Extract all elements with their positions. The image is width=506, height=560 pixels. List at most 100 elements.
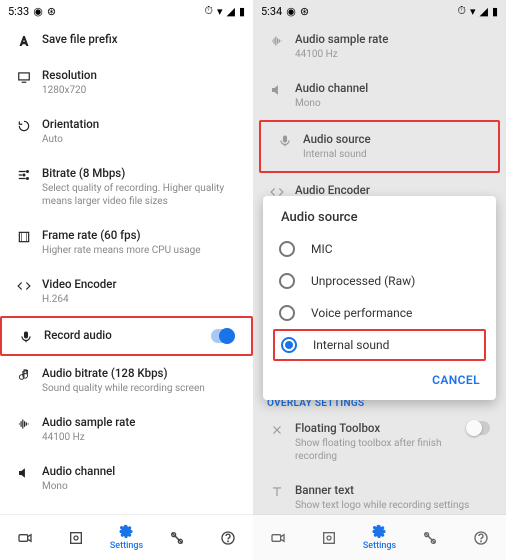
nav-settings[interactable]: Settings <box>101 515 152 560</box>
settings-list: Save file prefix Resolution1280x720 Orie… <box>0 22 253 514</box>
toolbox-toggle[interactable] <box>466 421 490 435</box>
row-save-prefix[interactable]: Save file prefix <box>0 22 253 58</box>
nav-record[interactable] <box>253 515 304 560</box>
row-resolution[interactable]: Resolution1280x720 <box>0 58 253 107</box>
record-audio-toggle[interactable] <box>211 329 235 343</box>
radio-icon <box>281 337 297 353</box>
row-framerate[interactable]: Frame rate (60 fps)Higher rate means mor… <box>0 218 253 267</box>
status-time: 5:34 <box>261 5 282 18</box>
row-channel[interactable]: Audio channelMono <box>253 71 506 120</box>
radio-icon <box>279 273 295 289</box>
option-voice[interactable]: Voice performance <box>263 297 496 329</box>
row-orientation[interactable]: OrientationAuto <box>0 107 253 156</box>
tune-icon <box>10 166 38 182</box>
status-bar: 5:33 ◉ ⊛ ⏱ ▾ ◢ ▮ <box>0 0 253 22</box>
title: Audio source <box>303 132 482 147</box>
subtitle: 1280x720 <box>42 84 237 97</box>
title: Audio bitrate (128 Kbps) <box>42 366 237 381</box>
row-floating-toolbox[interactable]: Floating ToolboxShow floating toolbox af… <box>253 411 506 473</box>
nav-capture[interactable] <box>51 515 102 560</box>
alarm-icon: ⏱ <box>204 4 213 18</box>
nav-edit[interactable] <box>152 515 203 560</box>
battery-icon: ▮ <box>492 5 498 18</box>
option-label: MIC <box>311 242 333 256</box>
nav-label: Settings <box>363 541 396 551</box>
row-video-encoder[interactable]: Video EncoderH.264 <box>0 267 253 316</box>
radio-icon <box>279 241 295 257</box>
title: Frame rate (60 fps) <box>42 228 237 243</box>
title: Video Encoder <box>42 277 237 292</box>
close-icon <box>263 421 291 437</box>
subtitle: Show text logo while recording settings <box>295 499 490 512</box>
subtitle: Mono <box>295 97 490 110</box>
nav-help[interactable] <box>202 515 253 560</box>
signal-icon: ◢ <box>226 5 234 18</box>
speaker-icon <box>10 464 38 480</box>
option-mic[interactable]: MIC <box>263 233 496 265</box>
title: Audio channel <box>42 464 237 479</box>
subtitle: 44100 Hz <box>42 431 237 444</box>
subtitle: 44100 Hz <box>295 48 490 61</box>
dialog-title: Audio source <box>263 210 496 233</box>
row-channel[interactable]: Audio channelMono <box>0 454 253 503</box>
subtitle: Show floating toolbox after finish recor… <box>295 437 458 463</box>
film-icon <box>10 228 38 244</box>
status-bar: 5:34 ◉ ⊛ ⏱ ▾ ◢ ▮ <box>253 0 506 22</box>
waveform-icon <box>10 415 38 431</box>
title: Audio sample rate <box>42 415 237 430</box>
waveform-icon <box>263 32 291 48</box>
title: Record audio <box>44 328 203 343</box>
title: Resolution <box>42 68 237 83</box>
subtitle: H.264 <box>42 293 237 306</box>
bottom-nav: Settings <box>253 514 506 560</box>
whatsapp-icon: ◉ <box>286 5 296 18</box>
title: Floating Toolbox <box>295 421 458 436</box>
subtitle: Internal sound <box>303 148 482 161</box>
nav-settings[interactable]: Settings <box>354 515 405 560</box>
mic-icon <box>12 328 40 344</box>
alarm-icon: ⏱ <box>457 4 466 18</box>
notification-icon: ⊛ <box>300 5 309 18</box>
subtitle: Sound quality while recording screen <box>42 382 237 395</box>
option-label: Voice performance <box>311 306 412 320</box>
nav-edit[interactable] <box>405 515 456 560</box>
wifi-icon: ▾ <box>470 5 476 18</box>
title: Save file prefix <box>42 32 237 47</box>
nav-help[interactable] <box>455 515 506 560</box>
subtitle: Auto <box>42 133 237 146</box>
option-internal[interactable]: Internal sound <box>273 329 486 361</box>
nav-label: Settings <box>110 541 143 551</box>
code-icon <box>10 277 38 293</box>
row-audio-bitrate[interactable]: Audio bitrate (128 Kbps)Sound quality wh… <box>0 356 253 405</box>
wifi-icon: ▾ <box>217 5 223 18</box>
monitor-icon <box>10 68 38 84</box>
option-label: Internal sound <box>313 338 389 352</box>
row-bitrate[interactable]: Bitrate (8 Mbps)Select quality of record… <box>0 156 253 218</box>
whatsapp-icon: ◉ <box>33 5 43 18</box>
music-note-icon <box>10 366 38 382</box>
option-unprocessed[interactable]: Unprocessed (Raw) <box>263 265 496 297</box>
status-time: 5:33 <box>8 5 29 18</box>
cancel-button[interactable]: CANCEL <box>432 373 480 387</box>
title: Audio channel <box>295 81 490 96</box>
row-audio-source[interactable]: Audio sourceInternal sound <box>259 120 500 173</box>
mic-icon <box>271 132 299 148</box>
title: Audio sample rate <box>295 32 490 47</box>
title: Banner text <box>295 483 490 498</box>
row-sample-rate[interactable]: Audio sample rate44100 Hz <box>253 22 506 71</box>
radio-icon <box>279 305 295 321</box>
rotate-icon <box>10 117 38 133</box>
option-label: Unprocessed (Raw) <box>311 274 415 288</box>
subtitle: Higher rate means more CPU usage <box>42 244 237 257</box>
nav-record[interactable] <box>0 515 51 560</box>
row-record-audio[interactable]: Record audio <box>0 316 253 356</box>
subtitle: Mono <box>42 480 237 493</box>
title: Orientation <box>42 117 237 132</box>
row-sample-rate[interactable]: Audio sample rate44100 Hz <box>0 405 253 454</box>
nav-capture[interactable] <box>304 515 355 560</box>
audio-source-dialog: Audio source MIC Unprocessed (Raw) Voice… <box>263 196 496 400</box>
font-icon <box>10 32 38 48</box>
subtitle: Select quality of recording. Higher qual… <box>42 182 237 208</box>
text-icon <box>263 483 291 499</box>
notification-icon: ⊛ <box>47 5 56 18</box>
